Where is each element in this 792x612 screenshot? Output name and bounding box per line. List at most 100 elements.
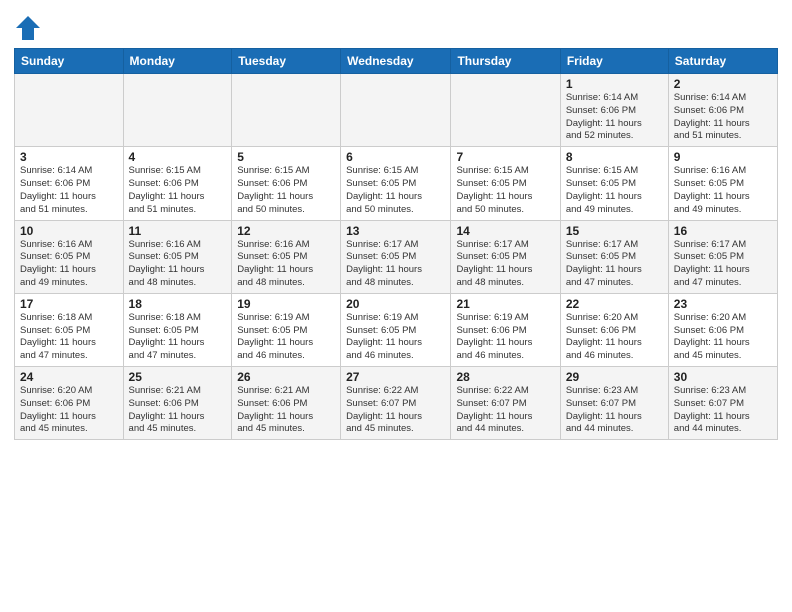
day-number: 21 <box>456 297 554 311</box>
day-number: 11 <box>129 224 227 238</box>
day-info: Sunrise: 6:14 AM Sunset: 6:06 PM Dayligh… <box>20 165 118 216</box>
day-cell <box>451 74 560 147</box>
day-info: Sunrise: 6:19 AM Sunset: 6:06 PM Dayligh… <box>456 312 554 363</box>
day-cell: 23Sunrise: 6:20 AM Sunset: 6:06 PM Dayli… <box>668 293 777 366</box>
day-cell <box>341 74 451 147</box>
week-row-1: 3Sunrise: 6:14 AM Sunset: 6:06 PM Daylig… <box>15 147 778 220</box>
day-info: Sunrise: 6:16 AM Sunset: 6:05 PM Dayligh… <box>129 239 227 290</box>
day-cell: 14Sunrise: 6:17 AM Sunset: 6:05 PM Dayli… <box>451 220 560 293</box>
day-info: Sunrise: 6:20 AM Sunset: 6:06 PM Dayligh… <box>20 385 118 436</box>
day-cell: 12Sunrise: 6:16 AM Sunset: 6:05 PM Dayli… <box>232 220 341 293</box>
day-cell: 5Sunrise: 6:15 AM Sunset: 6:06 PM Daylig… <box>232 147 341 220</box>
day-cell: 7Sunrise: 6:15 AM Sunset: 6:05 PM Daylig… <box>451 147 560 220</box>
weekday-sunday: Sunday <box>15 49 124 74</box>
day-number: 20 <box>346 297 445 311</box>
day-cell: 19Sunrise: 6:19 AM Sunset: 6:05 PM Dayli… <box>232 293 341 366</box>
day-number: 2 <box>674 77 772 91</box>
day-info: Sunrise: 6:17 AM Sunset: 6:05 PM Dayligh… <box>456 239 554 290</box>
day-number: 5 <box>237 150 335 164</box>
day-cell: 20Sunrise: 6:19 AM Sunset: 6:05 PM Dayli… <box>341 293 451 366</box>
day-info: Sunrise: 6:15 AM Sunset: 6:05 PM Dayligh… <box>346 165 445 216</box>
weekday-saturday: Saturday <box>668 49 777 74</box>
week-row-3: 17Sunrise: 6:18 AM Sunset: 6:05 PM Dayli… <box>15 293 778 366</box>
day-info: Sunrise: 6:15 AM Sunset: 6:06 PM Dayligh… <box>237 165 335 216</box>
day-cell: 27Sunrise: 6:22 AM Sunset: 6:07 PM Dayli… <box>341 367 451 440</box>
day-cell: 26Sunrise: 6:21 AM Sunset: 6:06 PM Dayli… <box>232 367 341 440</box>
day-number: 6 <box>346 150 445 164</box>
day-cell: 3Sunrise: 6:14 AM Sunset: 6:06 PM Daylig… <box>15 147 124 220</box>
day-cell: 29Sunrise: 6:23 AM Sunset: 6:07 PM Dayli… <box>560 367 668 440</box>
day-cell: 25Sunrise: 6:21 AM Sunset: 6:06 PM Dayli… <box>123 367 232 440</box>
day-number: 3 <box>20 150 118 164</box>
day-cell: 9Sunrise: 6:16 AM Sunset: 6:05 PM Daylig… <box>668 147 777 220</box>
day-info: Sunrise: 6:14 AM Sunset: 6:06 PM Dayligh… <box>674 92 772 143</box>
day-cell <box>232 74 341 147</box>
day-cell: 18Sunrise: 6:18 AM Sunset: 6:05 PM Dayli… <box>123 293 232 366</box>
day-number: 27 <box>346 370 445 384</box>
day-info: Sunrise: 6:23 AM Sunset: 6:07 PM Dayligh… <box>566 385 663 436</box>
day-number: 25 <box>129 370 227 384</box>
day-info: Sunrise: 6:19 AM Sunset: 6:05 PM Dayligh… <box>346 312 445 363</box>
day-info: Sunrise: 6:17 AM Sunset: 6:05 PM Dayligh… <box>674 239 772 290</box>
day-info: Sunrise: 6:16 AM Sunset: 6:05 PM Dayligh… <box>237 239 335 290</box>
day-cell: 13Sunrise: 6:17 AM Sunset: 6:05 PM Dayli… <box>341 220 451 293</box>
day-cell: 16Sunrise: 6:17 AM Sunset: 6:05 PM Dayli… <box>668 220 777 293</box>
day-info: Sunrise: 6:19 AM Sunset: 6:05 PM Dayligh… <box>237 312 335 363</box>
day-number: 18 <box>129 297 227 311</box>
weekday-tuesday: Tuesday <box>232 49 341 74</box>
day-number: 15 <box>566 224 663 238</box>
day-cell: 15Sunrise: 6:17 AM Sunset: 6:05 PM Dayli… <box>560 220 668 293</box>
day-cell: 4Sunrise: 6:15 AM Sunset: 6:06 PM Daylig… <box>123 147 232 220</box>
day-cell: 30Sunrise: 6:23 AM Sunset: 6:07 PM Dayli… <box>668 367 777 440</box>
day-number: 17 <box>20 297 118 311</box>
day-cell: 22Sunrise: 6:20 AM Sunset: 6:06 PM Dayli… <box>560 293 668 366</box>
day-cell: 8Sunrise: 6:15 AM Sunset: 6:05 PM Daylig… <box>560 147 668 220</box>
day-cell: 21Sunrise: 6:19 AM Sunset: 6:06 PM Dayli… <box>451 293 560 366</box>
day-info: Sunrise: 6:16 AM Sunset: 6:05 PM Dayligh… <box>674 165 772 216</box>
day-info: Sunrise: 6:18 AM Sunset: 6:05 PM Dayligh… <box>129 312 227 363</box>
day-info: Sunrise: 6:20 AM Sunset: 6:06 PM Dayligh… <box>674 312 772 363</box>
day-number: 10 <box>20 224 118 238</box>
day-cell: 10Sunrise: 6:16 AM Sunset: 6:05 PM Dayli… <box>15 220 124 293</box>
day-info: Sunrise: 6:23 AM Sunset: 6:07 PM Dayligh… <box>674 385 772 436</box>
day-number: 8 <box>566 150 663 164</box>
day-info: Sunrise: 6:17 AM Sunset: 6:05 PM Dayligh… <box>346 239 445 290</box>
day-info: Sunrise: 6:15 AM Sunset: 6:06 PM Dayligh… <box>129 165 227 216</box>
day-number: 30 <box>674 370 772 384</box>
day-info: Sunrise: 6:17 AM Sunset: 6:05 PM Dayligh… <box>566 239 663 290</box>
day-number: 29 <box>566 370 663 384</box>
day-number: 7 <box>456 150 554 164</box>
day-cell: 1Sunrise: 6:14 AM Sunset: 6:06 PM Daylig… <box>560 74 668 147</box>
day-info: Sunrise: 6:22 AM Sunset: 6:07 PM Dayligh… <box>346 385 445 436</box>
day-cell: 24Sunrise: 6:20 AM Sunset: 6:06 PM Dayli… <box>15 367 124 440</box>
day-info: Sunrise: 6:15 AM Sunset: 6:05 PM Dayligh… <box>566 165 663 216</box>
day-number: 19 <box>237 297 335 311</box>
day-info: Sunrise: 6:21 AM Sunset: 6:06 PM Dayligh… <box>129 385 227 436</box>
weekday-friday: Friday <box>560 49 668 74</box>
day-cell: 2Sunrise: 6:14 AM Sunset: 6:06 PM Daylig… <box>668 74 777 147</box>
day-number: 22 <box>566 297 663 311</box>
page: SundayMondayTuesdayWednesdayThursdayFrid… <box>0 0 792 612</box>
day-number: 12 <box>237 224 335 238</box>
day-info: Sunrise: 6:16 AM Sunset: 6:05 PM Dayligh… <box>20 239 118 290</box>
day-info: Sunrise: 6:14 AM Sunset: 6:06 PM Dayligh… <box>566 92 663 143</box>
day-info: Sunrise: 6:22 AM Sunset: 6:07 PM Dayligh… <box>456 385 554 436</box>
week-row-4: 24Sunrise: 6:20 AM Sunset: 6:06 PM Dayli… <box>15 367 778 440</box>
week-row-2: 10Sunrise: 6:16 AM Sunset: 6:05 PM Dayli… <box>15 220 778 293</box>
weekday-wednesday: Wednesday <box>341 49 451 74</box>
logo <box>14 14 46 42</box>
day-number: 28 <box>456 370 554 384</box>
day-info: Sunrise: 6:21 AM Sunset: 6:06 PM Dayligh… <box>237 385 335 436</box>
day-cell: 11Sunrise: 6:16 AM Sunset: 6:05 PM Dayli… <box>123 220 232 293</box>
day-cell <box>123 74 232 147</box>
day-info: Sunrise: 6:18 AM Sunset: 6:05 PM Dayligh… <box>20 312 118 363</box>
day-number: 23 <box>674 297 772 311</box>
day-cell: 17Sunrise: 6:18 AM Sunset: 6:05 PM Dayli… <box>15 293 124 366</box>
weekday-thursday: Thursday <box>451 49 560 74</box>
day-cell: 6Sunrise: 6:15 AM Sunset: 6:05 PM Daylig… <box>341 147 451 220</box>
calendar: SundayMondayTuesdayWednesdayThursdayFrid… <box>14 48 778 440</box>
header <box>14 10 778 42</box>
day-number: 26 <box>237 370 335 384</box>
day-info: Sunrise: 6:20 AM Sunset: 6:06 PM Dayligh… <box>566 312 663 363</box>
day-number: 14 <box>456 224 554 238</box>
